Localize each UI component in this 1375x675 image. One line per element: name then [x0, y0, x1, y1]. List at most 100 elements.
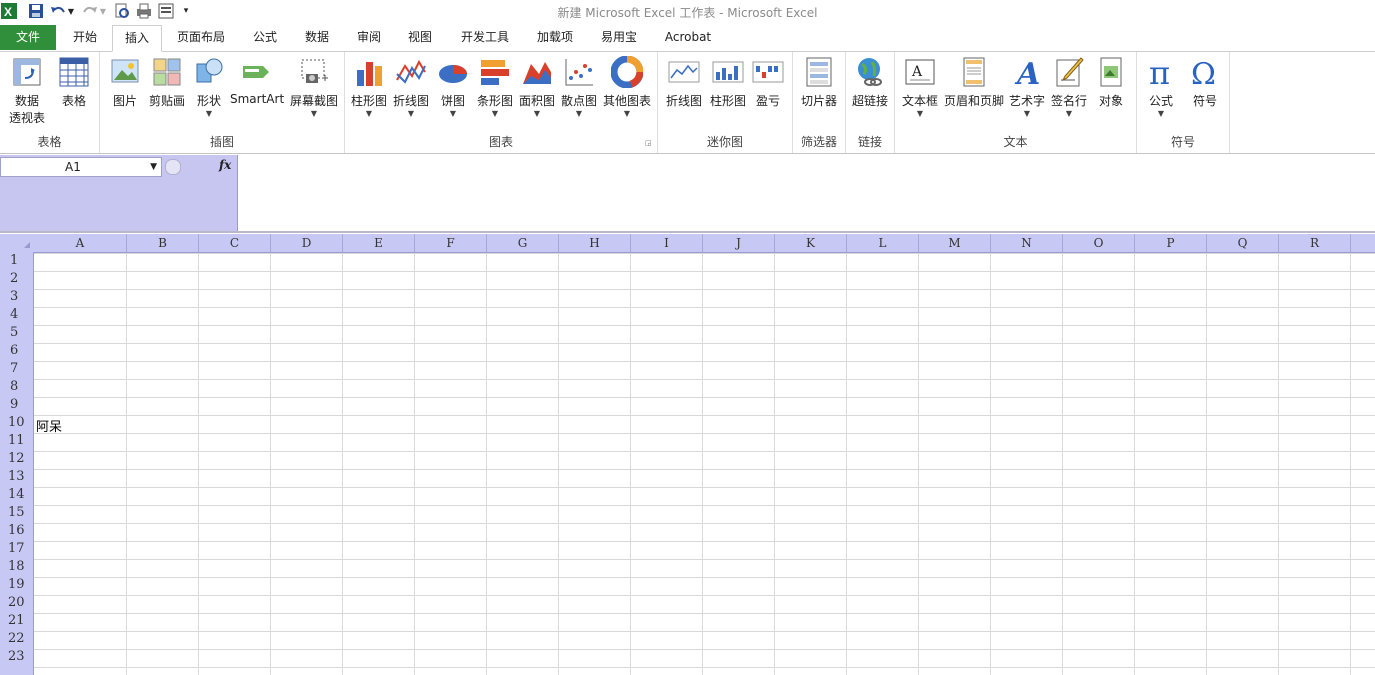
row-header-20[interactable]: 20	[0, 594, 33, 612]
column-header-c[interactable]: C	[199, 234, 271, 252]
row-header-17[interactable]: 17	[0, 540, 33, 558]
column-header-q[interactable]: Q	[1207, 234, 1279, 252]
name-box[interactable]: A1 ▼	[0, 157, 162, 177]
column-header-n[interactable]: N	[991, 234, 1063, 252]
pie-dropdown-icon: ▼	[449, 109, 457, 118]
sparkline-column-button[interactable]: 柱形图	[706, 54, 750, 109]
other-charts-button[interactable]: 其他图表 ▼	[601, 54, 653, 119]
row-header-18[interactable]: 18	[0, 558, 33, 576]
row-header-9[interactable]: 9	[0, 396, 33, 414]
row-header-11[interactable]: 11	[0, 432, 33, 450]
pivot-table-button[interactable]: 数据 透视表	[4, 54, 50, 126]
row-header-12[interactable]: 12	[0, 450, 33, 468]
row-header-7[interactable]: 7	[0, 360, 33, 378]
sparkline-winloss-label: 盈亏	[755, 94, 780, 108]
header-footer-icon	[963, 57, 985, 87]
cell-a10[interactable]: 阿呆	[36, 416, 62, 435]
group-links: 超链接 链接	[846, 52, 895, 153]
header-footer-button[interactable]: 页眉和页脚	[943, 54, 1005, 109]
row-header-16[interactable]: 16	[0, 522, 33, 540]
column-chart-button[interactable]: 柱形图 ▼	[349, 54, 389, 119]
column-header-h[interactable]: H	[559, 234, 631, 252]
shapes-dropdown-icon: ▼	[205, 109, 213, 118]
tab-insert[interactable]: 插入	[112, 25, 162, 52]
column-header-b[interactable]: B	[127, 234, 199, 252]
hyperlink-label: 超链接	[851, 94, 888, 108]
column-header-i[interactable]: I	[631, 234, 703, 252]
symbol-button[interactable]: Ω 符号	[1185, 54, 1225, 109]
column-header-d[interactable]: D	[271, 234, 343, 252]
tab-formulas[interactable]: 公式	[242, 25, 288, 50]
row-header-23[interactable]: 23	[0, 648, 33, 666]
table-button[interactable]: 表格	[54, 54, 94, 109]
table-icon	[59, 57, 89, 87]
column-header-r[interactable]: R	[1279, 234, 1351, 252]
insert-function-icon[interactable]: fx	[219, 158, 231, 172]
tab-addins[interactable]: 加载项	[528, 25, 582, 50]
row-header-22[interactable]: 22	[0, 630, 33, 648]
row-header-1[interactable]: 1	[0, 252, 33, 270]
line-chart-button[interactable]: 折线图 ▼	[391, 54, 431, 119]
column-header-m[interactable]: M	[919, 234, 991, 252]
slicer-button[interactable]: 切片器	[797, 54, 841, 109]
group-text: A 文本框 ▼ 页眉和页脚 A 艺术字 ▼ 签名行 ▼ 对象 文本	[895, 52, 1137, 153]
screenshot-button[interactable]: 屏幕截图 ▼	[288, 54, 340, 119]
name-box-dropdown-icon[interactable]: ▼	[150, 158, 157, 176]
tab-developer[interactable]: 开发工具	[452, 25, 518, 50]
row-header-13[interactable]: 13	[0, 468, 33, 486]
row-header-10[interactable]: 10	[0, 414, 33, 432]
hyperlink-button[interactable]: 超链接	[848, 54, 892, 109]
column-header-f[interactable]: F	[415, 234, 487, 252]
tab-page-layout[interactable]: 页面布局	[170, 25, 232, 50]
pivot-label-2: 透视表	[8, 111, 45, 125]
row-header-8[interactable]: 8	[0, 378, 33, 396]
row-header-6[interactable]: 6	[0, 342, 33, 360]
column-header-o[interactable]: O	[1063, 234, 1135, 252]
pie-chart-button[interactable]: 饼图 ▼	[435, 54, 471, 119]
column-header-g[interactable]: G	[487, 234, 559, 252]
equation-dropdown-icon: ▼	[1157, 109, 1165, 118]
bar-chart-button[interactable]: 条形图 ▼	[475, 54, 515, 119]
column-header-p[interactable]: P	[1135, 234, 1207, 252]
row-header-3[interactable]: 3	[0, 288, 33, 306]
wordart-button[interactable]: A 艺术字 ▼	[1007, 54, 1047, 119]
formula-cancel-icon[interactable]	[165, 159, 181, 175]
picture-icon	[111, 59, 139, 83]
clipart-button[interactable]: 剪贴画	[146, 54, 188, 109]
shapes-button[interactable]: 形状 ▼	[192, 54, 226, 119]
row-header-14[interactable]: 14	[0, 486, 33, 504]
smartart-label: SmartArt	[230, 92, 285, 106]
formula-input[interactable]	[240, 157, 1370, 227]
smartart-button[interactable]: SmartArt	[230, 54, 284, 106]
textbox-button[interactable]: A 文本框 ▼	[899, 54, 941, 119]
column-header-l[interactable]: L	[847, 234, 919, 252]
column-header-e[interactable]: E	[343, 234, 415, 252]
row-header-15[interactable]: 15	[0, 504, 33, 522]
row-header-2[interactable]: 2	[0, 270, 33, 288]
signature-line-button[interactable]: 签名行 ▼	[1049, 54, 1089, 119]
select-all-corner[interactable]	[0, 234, 33, 252]
tab-review[interactable]: 审阅	[346, 25, 392, 50]
row-header-21[interactable]: 21	[0, 612, 33, 630]
column-header-a[interactable]: A	[34, 234, 127, 252]
sparkline-winloss-button[interactable]: 盈亏	[750, 54, 786, 109]
column-header-j[interactable]: J	[703, 234, 775, 252]
cells-area[interactable]: 阿呆	[34, 253, 1375, 675]
tab-data[interactable]: 数据	[294, 25, 340, 50]
object-button[interactable]: 对象	[1093, 54, 1129, 109]
row-header-4[interactable]: 4	[0, 306, 33, 324]
tab-view[interactable]: 视图	[397, 25, 443, 50]
tab-home[interactable]: 开始	[62, 25, 108, 50]
tab-easyuse[interactable]: 易用宝	[592, 25, 646, 50]
picture-button[interactable]: 图片	[106, 54, 144, 109]
ribbon-tabs: 文件 开始 插入 页面布局 公式 数据 审阅 视图 开发工具 加载项 易用宝 A…	[0, 24, 1375, 52]
row-header-19[interactable]: 19	[0, 576, 33, 594]
row-header-5[interactable]: 5	[0, 324, 33, 342]
sparkline-line-button[interactable]: 折线图	[662, 54, 706, 109]
column-header-k[interactable]: K	[775, 234, 847, 252]
tab-file[interactable]: 文件	[0, 25, 56, 50]
area-chart-button[interactable]: 面积图 ▼	[517, 54, 557, 119]
tab-acrobat[interactable]: Acrobat	[656, 25, 720, 50]
scatter-chart-button[interactable]: 散点图 ▼	[559, 54, 599, 119]
equation-button[interactable]: π 公式 ▼	[1141, 54, 1181, 119]
